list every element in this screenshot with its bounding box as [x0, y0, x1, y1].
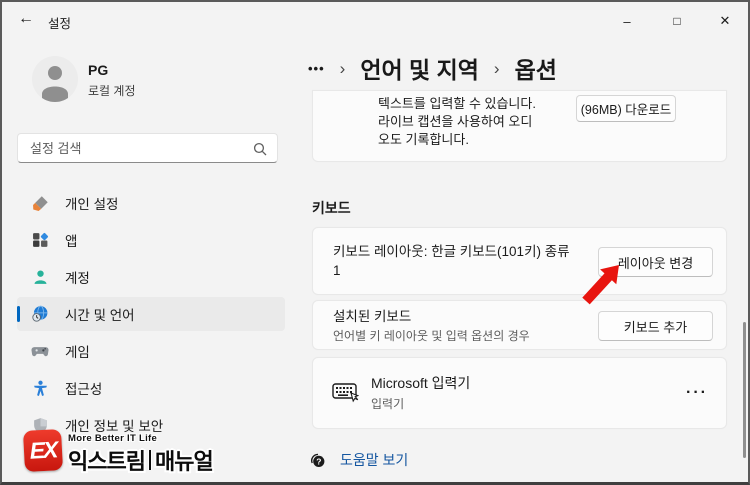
- annotation-arrow-icon: [582, 265, 619, 305]
- brand-divider: [148, 450, 151, 470]
- breadcrumb: ••• › 언어 및 지역 › 옵션: [308, 50, 557, 86]
- sidebar-item-label: 시간 및 언어: [65, 308, 135, 323]
- sidebar-item-apps[interactable]: 앱: [17, 223, 285, 257]
- brand-name-second: 매뉴얼: [154, 449, 214, 474]
- time-language-icon: [31, 305, 49, 323]
- profile-name: PG: [88, 62, 109, 78]
- help-icon: ?: [311, 453, 325, 467]
- page-title: 옵션: [514, 57, 557, 83]
- ime-card: Microsoft 입력기 입력기 ···: [312, 357, 727, 429]
- apps-icon: [31, 231, 49, 249]
- scrollbar-thumb[interactable]: [743, 322, 746, 458]
- ime-subtitle: 입력기: [371, 397, 405, 411]
- sidebar-item-accessibility[interactable]: 접근성: [17, 371, 285, 405]
- ime-title: Microsoft 입력기: [371, 375, 471, 391]
- add-keyboard-button[interactable]: 키보드 추가: [598, 311, 713, 341]
- keyboard-icon: [332, 382, 360, 409]
- keyboard-section-title: 키보드: [312, 200, 351, 216]
- gamepad-icon: [31, 342, 49, 360]
- breadcrumb-language-region[interactable]: 언어 및 지역: [360, 51, 479, 85]
- sidebar-item-label: 계정: [65, 271, 90, 286]
- window-title: 설정: [48, 17, 72, 31]
- selection-indicator: [17, 306, 20, 322]
- get-help-link[interactable]: ? 도움말 보기: [309, 450, 408, 470]
- speech-card-description: 텍스트를 입력할 수 있습니다. 라이브 캡션을 사용하여 오디 오도 기록합니…: [378, 96, 536, 147]
- sidebar-item-personalization[interactable]: 개인 설정: [17, 186, 285, 220]
- brand-name-first: 익스트림: [68, 449, 146, 474]
- installed-keyboards-subtitle: 언어별 키 레이아웃 및 입력 옵션의 경우: [333, 329, 530, 343]
- sidebar-item-label: 게임: [65, 345, 90, 360]
- avatar[interactable]: [32, 56, 78, 102]
- sidebar-item-label: 접근성: [65, 382, 103, 397]
- chevron-right-icon: ›: [493, 58, 500, 78]
- sidebar-item-time-language[interactable]: 시간 및 언어: [17, 297, 285, 331]
- sidebar-item-label: 개인 설정: [65, 197, 119, 212]
- breadcrumb-overflow-button[interactable]: •••: [308, 61, 325, 76]
- settings-window: ← 설정 – □ ✕ PG 로컬 계정 개인 설정 앱 계정: [0, 0, 750, 485]
- close-button[interactable]: ✕: [705, 8, 745, 34]
- search-icon: [253, 142, 267, 156]
- more-options-button[interactable]: ···: [686, 384, 708, 402]
- installed-keyboards-card: 설치된 키보드 언어별 키 레이아웃 및 입력 옵션의 경우 키보드 추가: [312, 300, 727, 350]
- search-input[interactable]: [18, 134, 277, 162]
- maximize-button[interactable]: □: [657, 8, 697, 34]
- chevron-right-icon: ›: [339, 58, 346, 78]
- installed-keyboards-title: 설치된 키보드: [333, 309, 412, 324]
- speech-card: 텍스트를 입력할 수 있습니다. 라이브 캡션을 사용하여 오디 오도 기록합니…: [312, 90, 727, 162]
- svg-text:?: ?: [316, 456, 321, 466]
- personalization-brush-icon: [31, 194, 49, 212]
- get-help-label: 도움말 보기: [340, 452, 409, 468]
- profile-account-type: 로컬 계정: [88, 84, 136, 98]
- download-button[interactable]: (96MB) 다운로드: [576, 95, 676, 122]
- sidebar-item-accounts[interactable]: 계정: [17, 260, 285, 294]
- keyboard-layout-card: 키보드 레이아웃: 한글 키보드(101키) 종류 1 레이아웃 변경: [312, 227, 727, 295]
- back-button[interactable]: ←: [18, 10, 34, 28]
- minimize-button[interactable]: –: [607, 8, 647, 34]
- accessibility-icon: [31, 379, 49, 397]
- settings-search-box: [17, 133, 278, 163]
- sidebar-item-gaming[interactable]: 게임: [17, 334, 285, 368]
- brand-texts: More Better IT Life 익스트림 매뉴얼: [68, 430, 214, 476]
- brand-tagline: More Better IT Life: [68, 433, 158, 444]
- accounts-icon: [31, 268, 49, 286]
- keyboard-layout-label: 키보드 레이아웃: 한글 키보드(101키) 종류 1: [333, 244, 570, 278]
- brand-badge-icon: EX: [22, 429, 64, 472]
- person-icon: [42, 66, 68, 102]
- sidebar-item-label: 앱: [65, 234, 78, 249]
- watermark-logo: EX More Better IT Life 익스트림 매뉴얼: [22, 429, 214, 476]
